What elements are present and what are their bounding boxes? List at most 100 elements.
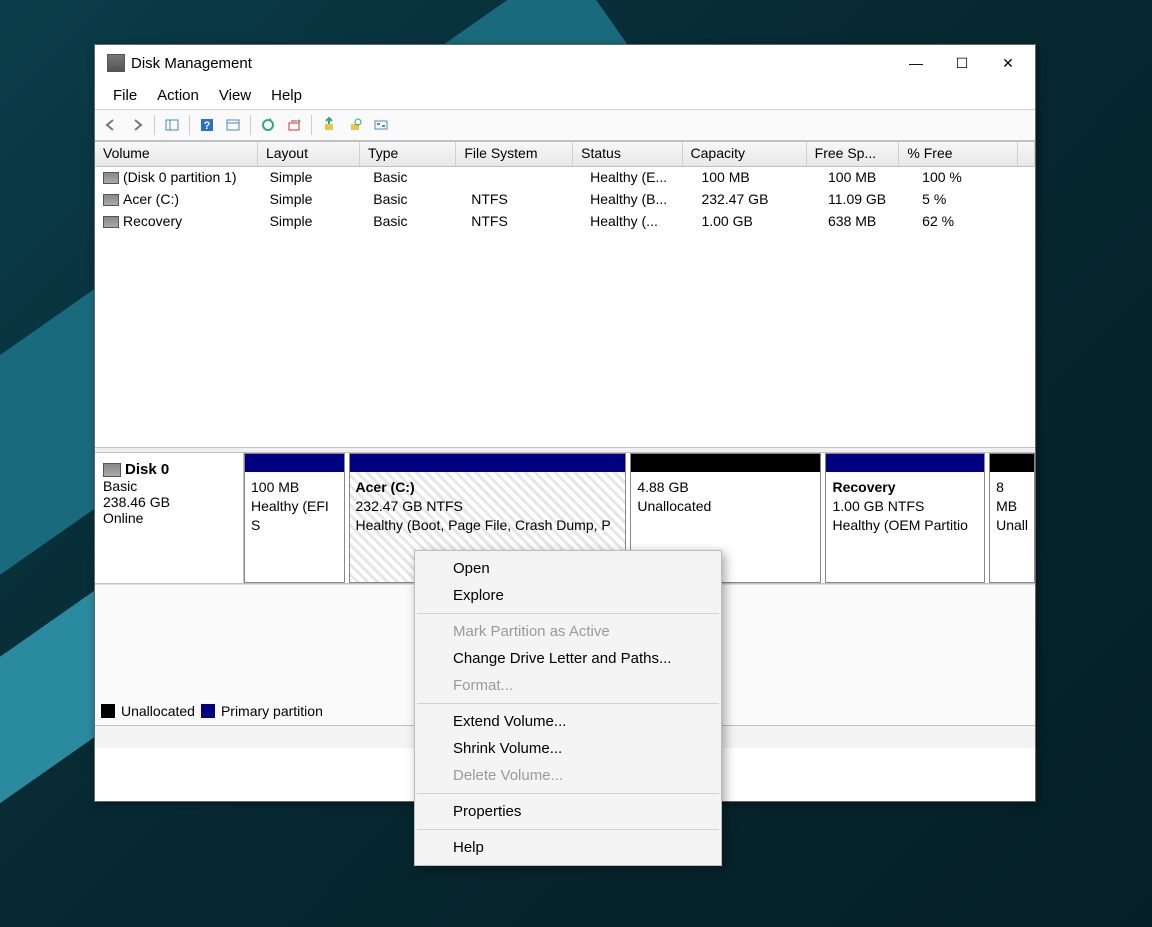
volume-cell-capacity: 232.47 GB xyxy=(693,189,820,211)
context-menu-separator xyxy=(417,703,719,704)
volume-cell-free: 11.09 GB xyxy=(820,189,914,211)
volume-icon xyxy=(103,194,119,206)
disk-name: Disk 0 xyxy=(125,461,169,478)
disk-info[interactable]: Disk 0 Basic 238.46 GB Online xyxy=(95,453,244,583)
partition-body: 100 MBHealthy (EFI S xyxy=(245,472,344,582)
volume-cell-status: Healthy (B... xyxy=(582,189,693,211)
context-menu-item[interactable]: Help xyxy=(415,834,721,861)
volume-row[interactable]: RecoverySimpleBasicNTFSHealthy (...1.00 … xyxy=(95,211,1035,233)
help-icon[interactable]: ? xyxy=(195,113,219,137)
context-menu-item: Mark Partition as Active xyxy=(415,618,721,645)
menu-view[interactable]: View xyxy=(209,83,261,108)
disk-size: 238.46 GB xyxy=(103,494,235,510)
volume-cell-volume: Acer (C:) xyxy=(95,189,262,211)
partition-body: 8 MBUnall xyxy=(990,472,1034,582)
column-header-layout[interactable]: Layout xyxy=(258,142,360,166)
column-header-pct[interactable]: % Free xyxy=(899,142,1018,166)
volume-row[interactable]: (Disk 0 partition 1)SimpleBasic Healthy (… xyxy=(95,167,1035,189)
partition-block[interactable]: 100 MBHealthy (EFI S xyxy=(244,453,345,583)
context-menu-separator xyxy=(417,613,719,614)
legend-primary-label: Primary partition xyxy=(221,703,323,719)
app-icon xyxy=(107,54,125,72)
volume-cell-type: Basic xyxy=(365,211,463,233)
column-header-capacity[interactable]: Capacity xyxy=(683,142,807,166)
context-menu-item[interactable]: Open xyxy=(415,555,721,582)
volume-cell-pct: 5 % xyxy=(914,189,1035,211)
volume-cell-volume: Recovery xyxy=(95,211,262,233)
context-menu-item[interactable]: Shrink Volume... xyxy=(415,735,721,762)
context-menu-separator xyxy=(417,793,719,794)
menu-bar: File Action View Help xyxy=(95,81,1035,110)
partition-body: Recovery1.00 GB NTFSHealthy (OEM Partiti… xyxy=(826,472,984,582)
maximize-button[interactable]: ☐ xyxy=(939,48,985,78)
partition-header xyxy=(350,454,626,472)
volume-cell-volume: (Disk 0 partition 1) xyxy=(95,167,262,189)
volume-cell-pct: 62 % xyxy=(914,211,1035,233)
rescan-icon[interactable] xyxy=(282,113,306,137)
volume-cell-type: Basic xyxy=(365,167,463,189)
close-button[interactable]: ✕ xyxy=(985,48,1031,78)
context-menu-item[interactable]: Extend Volume... xyxy=(415,708,721,735)
column-header-type[interactable]: Type xyxy=(360,142,456,166)
minimize-button[interactable]: — xyxy=(893,48,939,78)
context-menu-separator xyxy=(417,829,719,830)
volume-icon xyxy=(103,172,119,184)
show-hide-console-tree-icon[interactable] xyxy=(160,113,184,137)
volume-icon xyxy=(103,216,119,228)
legend-primary-swatch xyxy=(201,704,215,718)
context-menu-item: Delete Volume... xyxy=(415,762,721,789)
disk-state: Online xyxy=(103,510,235,526)
volume-cell-fs xyxy=(463,167,582,189)
context-menu-item[interactable]: Explore xyxy=(415,582,721,609)
column-header-free[interactable]: Free Sp... xyxy=(807,142,900,166)
partition-header xyxy=(826,454,984,472)
disk-icon xyxy=(103,463,121,477)
window-title: Disk Management xyxy=(131,55,893,72)
column-header-volume[interactable]: Volume xyxy=(95,142,258,166)
properties-icon[interactable] xyxy=(221,113,245,137)
volume-cell-layout: Simple xyxy=(262,211,366,233)
detach-vhd-icon[interactable] xyxy=(343,113,367,137)
refresh-icon[interactable] xyxy=(256,113,280,137)
attach-vhd-icon[interactable] xyxy=(317,113,341,137)
partition-header xyxy=(245,454,344,472)
back-button[interactable] xyxy=(99,113,123,137)
legend-unallocated-label: Unallocated xyxy=(121,703,195,719)
menu-action[interactable]: Action xyxy=(147,83,209,108)
legend-unallocated-swatch xyxy=(101,704,115,718)
volume-cell-capacity: 100 MB xyxy=(693,167,820,189)
context-menu-item[interactable]: Change Drive Letter and Paths... xyxy=(415,645,721,672)
volume-cell-type: Basic xyxy=(365,189,463,211)
title-bar[interactable]: Disk Management — ☐ ✕ xyxy=(95,45,1035,81)
column-header-fs[interactable]: File System xyxy=(456,142,573,166)
context-menu-item: Format... xyxy=(415,672,721,699)
context-menu: OpenExplore Mark Partition as ActiveChang… xyxy=(414,550,722,866)
volume-cell-free: 638 MB xyxy=(820,211,914,233)
volume-cell-status: Healthy (... xyxy=(582,211,693,233)
volume-list-header: VolumeLayoutTypeFile SystemStatusCapacit… xyxy=(95,141,1035,167)
partition-header xyxy=(631,454,820,472)
partition-header xyxy=(990,454,1034,472)
toolbar: ? xyxy=(95,110,1035,141)
volume-cell-capacity: 1.00 GB xyxy=(693,211,820,233)
column-header-status[interactable]: Status xyxy=(573,142,682,166)
volume-list[interactable]: (Disk 0 partition 1)SimpleBasicHealthy (… xyxy=(95,167,1035,447)
volume-cell-status: Healthy (E... xyxy=(582,167,693,189)
volume-cell-fs: NTFS xyxy=(463,189,582,211)
volume-cell-free: 100 MB xyxy=(820,167,914,189)
svg-text:?: ? xyxy=(204,120,211,132)
menu-help[interactable]: Help xyxy=(261,83,312,108)
settings-icon[interactable] xyxy=(369,113,393,137)
volume-row[interactable]: Acer (C:)SimpleBasicNTFSHealthy (B...232… xyxy=(95,189,1035,211)
partition-block[interactable]: 8 MBUnall xyxy=(989,453,1035,583)
forward-button[interactable] xyxy=(125,113,149,137)
disk-type: Basic xyxy=(103,478,235,494)
partition-block[interactable]: Recovery1.00 GB NTFSHealthy (OEM Partiti… xyxy=(825,453,985,583)
volume-cell-layout: Simple xyxy=(262,189,366,211)
legend: Unallocated Primary partition xyxy=(101,703,323,719)
volume-cell-fs: NTFS xyxy=(463,211,582,233)
context-menu-item[interactable]: Properties xyxy=(415,798,721,825)
menu-file[interactable]: File xyxy=(103,83,147,108)
volume-cell-pct: 100 % xyxy=(914,167,1035,189)
volume-cell-layout: Simple xyxy=(262,167,366,189)
